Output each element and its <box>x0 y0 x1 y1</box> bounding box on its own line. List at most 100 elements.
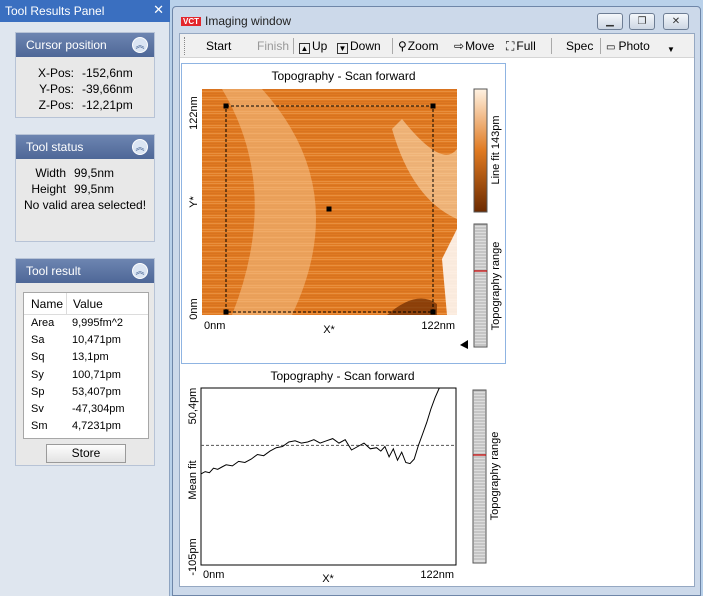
scan-line <box>202 257 457 258</box>
column-header-name[interactable]: Name <box>24 293 66 314</box>
close-window-button[interactable]: ✕ <box>663 13 689 30</box>
move-label: Move <box>465 39 495 53</box>
scan-line <box>202 255 457 256</box>
collapse-icon[interactable]: ︽ <box>132 139 148 155</box>
start-button[interactable]: Start <box>206 38 231 54</box>
table-row[interactable]: Sv -47,304pm <box>24 401 148 418</box>
panel-title-text: Tool Results Panel <box>5 4 105 18</box>
y-top-label: 122nm <box>188 96 200 130</box>
scan-line <box>202 189 457 190</box>
window-title: VCT Imaging window <box>181 14 291 30</box>
x-pos-row: X-Pos: -152,6nm <box>24 65 154 81</box>
collapse-icon[interactable]: ︽ <box>132 263 148 279</box>
status-message: No valid area selected! <box>23 198 147 212</box>
x-pos-value: -152,6nm <box>82 66 133 80</box>
collapse-icon[interactable]: ︽ <box>132 37 148 53</box>
selection-handle <box>430 103 436 109</box>
zoom-label: Zoom <box>407 39 439 53</box>
scan-line <box>202 289 457 290</box>
down-label: Down <box>350 39 381 53</box>
result-name: Sp <box>31 385 45 398</box>
result-value: 100,71pm <box>72 368 121 381</box>
photo-button[interactable]: ▭ Photo <box>606 38 650 54</box>
minimize-button[interactable]: ▁ <box>597 13 623 30</box>
scan-line <box>202 227 457 228</box>
result-name: Sa <box>31 334 45 347</box>
restore-button[interactable]: ❐ <box>629 13 655 30</box>
scan-line <box>202 217 457 218</box>
scan-line <box>202 127 457 128</box>
table-row[interactable]: Sp 53,407pm <box>24 384 148 401</box>
scan-line <box>202 275 457 276</box>
table-row[interactable]: Sa 10,471pm <box>24 332 148 349</box>
scan-line <box>202 193 457 194</box>
topography-image-svg[interactable]: Topography - Scan forward 0nm 122nm X* 122nm… <box>182 64 505 363</box>
down-button[interactable]: ▼ Down <box>337 38 381 54</box>
range-label: Topography range <box>489 432 501 521</box>
z-pos-row: Z-Pos: -12,21pm <box>24 97 154 113</box>
image-title: Topography - Scan forward <box>271 69 415 83</box>
profile-chart-svg[interactable]: Topography - Scan forward 0nm 122nm X* 50,4p… <box>181 368 504 585</box>
y-pos-value: -39,66nm <box>82 82 133 96</box>
down-arrow-icon: ▼ <box>337 43 348 54</box>
column-header-value[interactable]: Value <box>66 293 148 314</box>
toolbar-overflow-icon[interactable]: ▼ <box>667 42 675 58</box>
finish-button[interactable]: Finish <box>257 38 289 54</box>
full-button[interactable]: ⛶ Full <box>506 38 536 54</box>
tool-results-panel: Tool Results Panel ✕ Cursor position ︽ X-P… <box>0 0 170 596</box>
up-button[interactable]: ▲ Up <box>299 38 327 54</box>
scan-line <box>202 221 457 222</box>
scan-line <box>202 235 457 236</box>
scan-line <box>202 261 457 262</box>
table-body: Area 9,995fm^2 Sa 10,471pm Sq 13,1pm Sy 100,71p… <box>24 315 148 435</box>
z-pos-value: -12,21pm <box>82 98 133 112</box>
y-tick-bottom: -105pm <box>187 538 199 575</box>
height-label: Height <box>31 182 66 196</box>
scan-line <box>202 283 457 284</box>
width-row: Width 99,5nm <box>16 165 154 181</box>
result-name: Sm <box>31 420 48 433</box>
result-name: Sy <box>31 368 44 381</box>
group-title: Tool result <box>26 264 81 278</box>
scan-line <box>202 259 457 260</box>
scan-line <box>202 273 457 274</box>
y-axis-label: Y* <box>188 195 200 207</box>
magnifier-icon: ⚲ <box>398 39 407 53</box>
scan-line <box>202 239 457 240</box>
scan-line <box>202 237 457 238</box>
range-bar <box>472 389 487 564</box>
profile-chart-panel[interactable]: Topography - Scan forward 0nm 122nm X* 50,4p… <box>181 368 506 585</box>
store-button[interactable]: Store <box>46 444 126 463</box>
tool-status-header[interactable]: Tool status ︽ <box>16 135 154 159</box>
app-logo: VCT <box>181 17 201 26</box>
toolbar-grip[interactable] <box>184 37 186 55</box>
y-bottom-label: 0nm <box>188 298 200 319</box>
scan-line <box>202 229 457 230</box>
scan-line <box>202 129 457 130</box>
topography-image-panel[interactable]: Topography - Scan forward 0nm 122nm X* 122nm… <box>181 63 506 364</box>
scan-line <box>202 277 457 278</box>
zoom-button[interactable]: ⚲Zoom <box>398 38 438 54</box>
cursor-position-header[interactable]: Cursor position ︽ <box>16 33 154 57</box>
move-button[interactable]: ⇨Move <box>454 38 494 54</box>
scan-line <box>202 267 457 268</box>
x-axis-label: X* <box>322 573 334 584</box>
close-icon[interactable]: ✕ <box>153 3 164 17</box>
table-row[interactable]: Sy 100,71pm <box>24 367 148 384</box>
result-name: Sq <box>31 351 45 364</box>
colorbar <box>473 88 488 213</box>
result-table[interactable]: Name Value Area 9,995fm^2 Sa 10,471pm Sq 13,1p… <box>23 292 149 439</box>
table-row[interactable]: Area 9,995fm^2 <box>24 315 148 332</box>
spec-button[interactable]: Spec <box>566 38 593 54</box>
x-end-label: 122nm <box>421 320 455 332</box>
result-value: 10,471pm <box>72 334 121 347</box>
table-row[interactable]: Sq 13,1pm <box>24 349 148 366</box>
tool-status-group: Tool status ︽ Width 99,5nm Height 99,5nm No… <box>15 134 155 242</box>
table-row[interactable]: Sm 4,7231pm <box>24 418 148 435</box>
result-value: 9,995fm^2 <box>72 317 124 329</box>
selection-handle <box>430 309 436 315</box>
full-icon: ⛶ <box>506 39 515 53</box>
scan-line <box>202 245 457 246</box>
scan-line <box>202 263 457 264</box>
tool-result-header[interactable]: Tool result ︽ <box>16 259 154 283</box>
